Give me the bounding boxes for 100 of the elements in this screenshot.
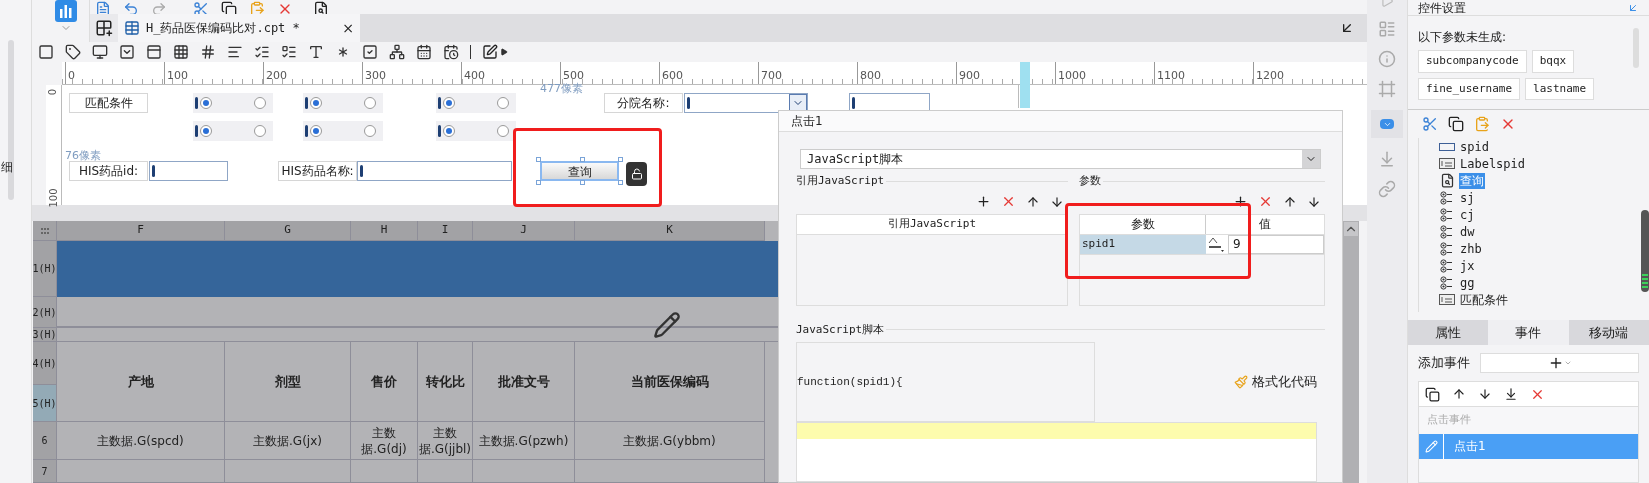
app-logo[interactable]: [54, 0, 77, 22]
editor-tab[interactable]: H_药品医保编码比对.cpt * ×: [118, 14, 360, 42]
row-header[interactable]: 6: [33, 422, 57, 460]
row-header[interactable]: 5(H): [33, 385, 57, 422]
delete-icon[interactable]: [1258, 194, 1273, 209]
radio-button[interactable]: [497, 125, 509, 137]
pencil-icon[interactable]: [653, 311, 681, 339]
radio-button[interactable]: [310, 125, 322, 137]
align-icon[interactable]: [227, 44, 243, 60]
size-hint: 477像素: [540, 83, 584, 95]
radio-group[interactable]: [436, 121, 516, 141]
radio-button[interactable]: [364, 97, 376, 109]
ruler-label: 1000: [1058, 69, 1086, 82]
dropdown-box-icon[interactable]: [119, 44, 135, 60]
radio-button[interactable]: [443, 97, 455, 109]
column-header[interactable]: F: [57, 221, 225, 241]
document-icon[interactable]: [95, 1, 111, 14]
tree-icon[interactable]: [389, 44, 405, 60]
panel-tab[interactable]: 事件: [1488, 320, 1569, 345]
tree-item[interactable]: zhb: [1439, 240, 1641, 257]
number-icon[interactable]: [200, 44, 216, 60]
tree-item[interactable]: cj: [1439, 206, 1641, 223]
add-icon[interactable]: [1233, 194, 1248, 209]
move-up-icon[interactable]: [1026, 194, 1040, 209]
calendar-clock-icon[interactable]: [443, 44, 459, 60]
tree-item[interactable]: spid: [1439, 138, 1641, 155]
input-field[interactable]: [357, 161, 512, 181]
tree-item[interactable]: dw: [1439, 223, 1641, 240]
tag-icon[interactable]: [65, 44, 81, 60]
radio-group[interactable]: [303, 121, 383, 141]
radio-button[interactable]: [497, 97, 509, 109]
column-header[interactable]: J: [473, 221, 575, 241]
expand-icon[interactable]: [500, 48, 508, 56]
row-header[interactable]: 4(H): [33, 342, 57, 385]
panel-icon[interactable]: [146, 44, 162, 60]
frame-icon[interactable]: [38, 44, 54, 60]
preview-icon[interactable]: [313, 1, 329, 14]
widget-settings-tab[interactable]: [1371, 110, 1403, 138]
radio-button[interactable]: [254, 97, 266, 109]
scroll-up-icon[interactable]: [1343, 222, 1358, 236]
tree-item[interactable]: sj: [1439, 189, 1641, 206]
tree-item[interactable]: gg: [1439, 274, 1641, 291]
input-field[interactable]: [849, 93, 930, 113]
move-down-icon[interactable]: [1307, 194, 1321, 209]
move-down-icon[interactable]: [1478, 387, 1492, 401]
column-header[interactable]: K: [575, 221, 765, 241]
tree-item[interactable]: jx: [1439, 257, 1641, 274]
row-header[interactable]: 7: [33, 460, 57, 483]
copy-icon[interactable]: [1448, 116, 1464, 132]
lock-button[interactable]: [626, 162, 647, 186]
add-icon[interactable]: [976, 194, 991, 209]
missing-params-label: 以下参数未生成:: [1418, 29, 1508, 46]
input-field[interactable]: [149, 161, 228, 181]
row-header[interactable]: 3(H): [33, 328, 57, 342]
calendar-icon[interactable]: [416, 44, 432, 60]
row-header[interactable]: 2(H): [33, 297, 57, 328]
scrollbar[interactable]: [1633, 28, 1639, 68]
input-widget-icon: [1439, 142, 1455, 151]
radio-button[interactable]: [364, 125, 376, 137]
radio-button[interactable]: [254, 125, 266, 137]
radio-group[interactable]: [193, 93, 273, 113]
tree-item[interactable]: Labelspid: [1439, 155, 1641, 172]
move-down-icon[interactable]: [1050, 194, 1064, 209]
radio-group[interactable]: [193, 121, 273, 141]
unlock-icon[interactable]: [630, 168, 643, 180]
table-icon[interactable]: [124, 20, 140, 36]
radio-group[interactable]: [436, 93, 516, 113]
grid-plus-icon[interactable]: [90, 14, 118, 42]
checkbox-icon[interactable]: [362, 44, 378, 60]
format-code-button[interactable]: 格式化代码: [1234, 342, 1317, 422]
copy-icon[interactable]: [221, 1, 237, 14]
query-button[interactable]: 查询: [540, 161, 619, 181]
column-header[interactable]: H: [351, 221, 418, 241]
column-header[interactable]: G: [225, 221, 351, 241]
corner-cell[interactable]: [33, 221, 57, 241]
text-icon[interactable]: [308, 44, 324, 60]
todo-list-icon[interactable]: [281, 44, 297, 60]
radio-button[interactable]: [200, 97, 212, 109]
monitor-icon[interactable]: [92, 44, 108, 60]
radio-button[interactable]: [200, 125, 212, 137]
radio-button[interactable]: [443, 125, 455, 137]
radio-button[interactable]: [310, 97, 322, 109]
column-header[interactable]: I: [418, 221, 473, 241]
move-bottom-icon[interactable]: [1504, 387, 1518, 401]
close-button[interactable]: ×: [342, 21, 354, 35]
grid-icon[interactable]: [173, 44, 189, 60]
delete-icon[interactable]: [1001, 194, 1016, 209]
combo-field[interactable]: [684, 93, 808, 113]
move-up-icon[interactable]: [1452, 387, 1466, 401]
scrollbar[interactable]: [1641, 210, 1649, 292]
parameter-row[interactable]: spid1 9: [1080, 234, 1324, 255]
tree-item[interactable]: 匹配条件: [1439, 291, 1641, 308]
script-type-select[interactable]: JavaScript脚本: [800, 149, 1321, 169]
edit-icon[interactable]: [482, 44, 498, 60]
checklist-icon[interactable]: [254, 44, 270, 60]
copy-icon[interactable]: [1425, 386, 1440, 402]
cut-icon[interactable]: [1422, 116, 1438, 132]
move-up-icon[interactable]: [1283, 194, 1297, 209]
row-header[interactable]: 1(H): [33, 241, 57, 297]
radio-group[interactable]: [303, 93, 383, 113]
